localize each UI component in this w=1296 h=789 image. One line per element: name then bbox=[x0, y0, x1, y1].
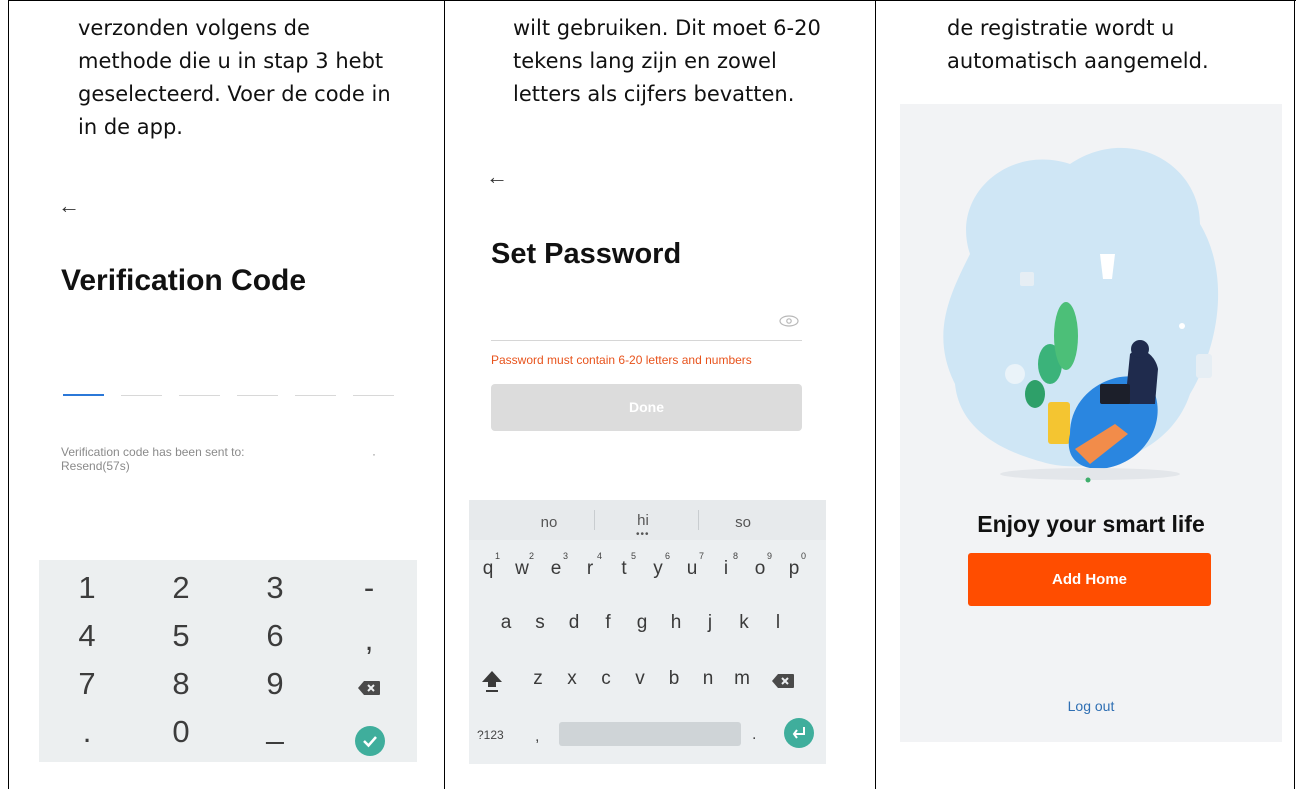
key-7[interactable]: 7 bbox=[57, 666, 117, 702]
home-headline: Enjoy your smart life bbox=[977, 511, 1205, 537]
back-arrow-icon[interactable]: ← bbox=[486, 164, 508, 190]
key-2[interactable]: 2 bbox=[151, 570, 211, 606]
key-hint: 6 bbox=[665, 551, 671, 561]
key-a[interactable]: a bbox=[491, 612, 521, 634]
password-warning: Password must contain 6-20 letters and n… bbox=[491, 353, 752, 367]
backspace-icon[interactable] bbox=[771, 673, 795, 689]
more-dots-icon: ••• bbox=[636, 529, 650, 540]
intro-text: de registratie wordt u automatisch aange… bbox=[947, 16, 1209, 73]
key-hint: 5 bbox=[631, 551, 637, 561]
suggestion-divider bbox=[594, 510, 595, 530]
key-space[interactable]: _ bbox=[245, 710, 305, 746]
suggestion-hi[interactable]: hi bbox=[603, 512, 683, 529]
key-h[interactable]: h bbox=[661, 612, 691, 634]
space-bar[interactable] bbox=[559, 722, 741, 746]
key-hint: 4 bbox=[597, 551, 603, 561]
key-v[interactable]: v bbox=[625, 668, 655, 690]
column-home: de registratie wordt u automatisch aange… bbox=[876, 0, 1294, 789]
comma-key[interactable]: , bbox=[535, 728, 539, 746]
suggestion-bar: no hi ••• so bbox=[469, 500, 826, 540]
page-title: Set Password bbox=[491, 238, 682, 270]
key-period[interactable]: . bbox=[57, 714, 117, 750]
key-q[interactable]: q bbox=[473, 558, 503, 580]
app-screen: Enjoy your smart life Add Home Log out bbox=[900, 104, 1282, 742]
key-hint: 1 bbox=[495, 551, 501, 561]
key-j[interactable]: j bbox=[695, 612, 725, 634]
key-hint: 0 bbox=[801, 551, 807, 561]
key-w[interactable]: w bbox=[507, 558, 537, 580]
key-3[interactable]: 3 bbox=[245, 570, 305, 606]
key-o[interactable]: o bbox=[745, 558, 775, 580]
key-t[interactable]: t bbox=[609, 558, 639, 580]
key-s[interactable]: s bbox=[525, 612, 555, 634]
key-l[interactable]: l bbox=[763, 612, 793, 634]
key-hint: 7 bbox=[699, 551, 705, 561]
key-n[interactable]: n bbox=[693, 668, 723, 690]
page-title: Verification Code bbox=[61, 264, 307, 297]
suggestion-so[interactable]: so bbox=[703, 514, 783, 531]
key-c[interactable]: c bbox=[591, 668, 621, 690]
sent-to-text: Verification code has been sent to: bbox=[61, 445, 245, 459]
key-x[interactable]: x bbox=[557, 668, 587, 690]
key-r[interactable]: r bbox=[575, 558, 605, 580]
intro-text: verzonden volgens de methode die u in st… bbox=[78, 16, 391, 139]
code-digit-2[interactable] bbox=[121, 395, 162, 396]
table-border-right bbox=[1294, 0, 1295, 789]
backspace-icon[interactable] bbox=[357, 680, 381, 696]
key-dash[interactable]: - bbox=[339, 570, 399, 606]
dot-mark: · bbox=[372, 447, 376, 461]
enter-icon[interactable] bbox=[784, 718, 814, 748]
column-verification: verzonden volgens de methode die u in st… bbox=[9, 0, 444, 789]
key-f[interactable]: f bbox=[593, 612, 623, 634]
key-m[interactable]: m bbox=[727, 668, 757, 690]
key-p[interactable]: p bbox=[779, 558, 809, 580]
key-comma[interactable]: , bbox=[339, 622, 399, 658]
intro-text: wilt gebruiken. Dit moet 6-20 tekens lan… bbox=[513, 16, 821, 106]
key-hint: 2 bbox=[529, 551, 535, 561]
key-b[interactable]: b bbox=[659, 668, 689, 690]
smart-home-illustration bbox=[943, 147, 1219, 483]
numeric-keypad: 1 2 3 - 4 5 6 , 7 8 9 . 0 _ bbox=[39, 560, 417, 762]
code-digit-4[interactable] bbox=[237, 395, 278, 396]
logout-link[interactable]: Log out bbox=[900, 698, 1282, 714]
column-set-password: wilt gebruiken. Dit moet 6-20 tekens lan… bbox=[445, 0, 875, 789]
keyboard: no hi ••• so q w e r t y u i o p 1 2 3 4… bbox=[469, 500, 826, 764]
key-e[interactable]: e bbox=[541, 558, 571, 580]
key-6[interactable]: 6 bbox=[245, 618, 305, 654]
key-g[interactable]: g bbox=[627, 612, 657, 634]
key-9[interactable]: 9 bbox=[245, 666, 305, 702]
confirm-check-icon[interactable] bbox=[355, 726, 385, 756]
resend-link[interactable]: Resend(57s) bbox=[61, 460, 130, 473]
key-1[interactable]: 1 bbox=[57, 570, 117, 606]
done-button[interactable]: Done bbox=[491, 384, 802, 431]
symbols-key[interactable]: ?123 bbox=[477, 728, 504, 742]
key-y[interactable]: y bbox=[643, 558, 673, 580]
show-password-eye-icon[interactable] bbox=[779, 314, 799, 327]
key-hint: 8 bbox=[733, 551, 739, 561]
key-d[interactable]: d bbox=[559, 612, 589, 634]
code-digit-3[interactable] bbox=[179, 395, 220, 396]
code-digit-1[interactable] bbox=[63, 394, 104, 396]
key-5[interactable]: 5 bbox=[151, 618, 211, 654]
key-k[interactable]: k bbox=[729, 612, 759, 634]
key-z[interactable]: z bbox=[523, 668, 553, 690]
back-arrow-icon[interactable]: ← bbox=[58, 193, 80, 219]
key-4[interactable]: 4 bbox=[57, 618, 117, 654]
code-digit-5[interactable] bbox=[295, 395, 336, 396]
code-digit-6[interactable] bbox=[353, 395, 394, 396]
key-0[interactable]: 0 bbox=[151, 714, 211, 750]
suggestion-divider bbox=[698, 510, 699, 530]
period-key[interactable]: . bbox=[752, 726, 756, 744]
key-i[interactable]: i bbox=[711, 558, 741, 580]
shift-icon[interactable] bbox=[481, 670, 503, 694]
key-u[interactable]: u bbox=[677, 558, 707, 580]
key-hint: 9 bbox=[767, 551, 773, 561]
key-8[interactable]: 8 bbox=[151, 666, 211, 702]
key-hint: 3 bbox=[563, 551, 569, 561]
suggestion-no[interactable]: no bbox=[509, 514, 589, 531]
password-input[interactable] bbox=[491, 340, 802, 341]
add-home-button[interactable]: Add Home bbox=[968, 553, 1211, 606]
